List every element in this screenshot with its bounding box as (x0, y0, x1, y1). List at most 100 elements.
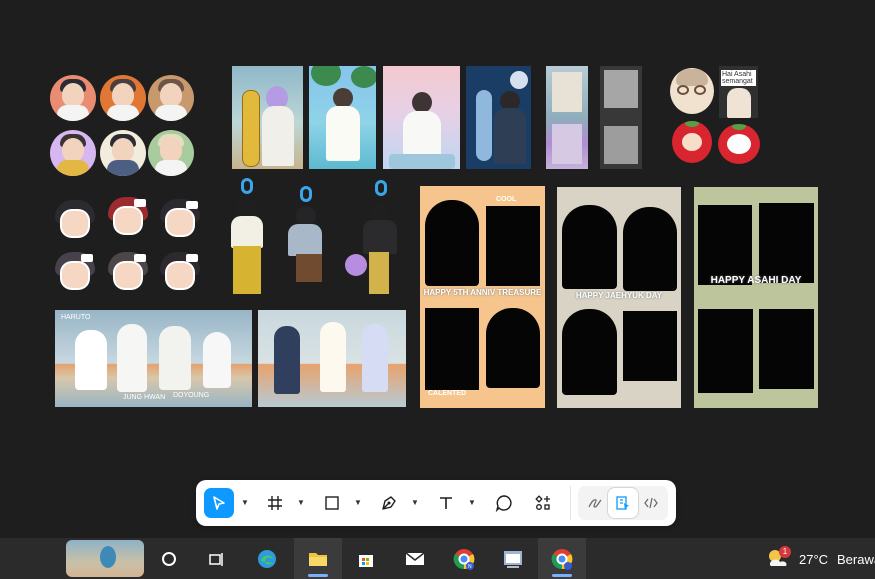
text-tool-menu-chevron-icon[interactable]: ▼ (468, 498, 476, 507)
comment-tool-button[interactable] (489, 488, 519, 518)
mail-taskbar-button[interactable] (391, 538, 439, 579)
move-tool-menu-chevron-icon[interactable]: ▼ (241, 498, 249, 507)
figure-shape (494, 108, 526, 164)
glasses-icon (677, 85, 689, 95)
bottom-toolbar: ▼ ▼ ▼ ▼ ▼ (196, 480, 676, 526)
frame-tool-menu-chevron-icon[interactable]: ▼ (297, 498, 305, 507)
glasses-icon (694, 85, 706, 95)
photo-app-icon (504, 550, 522, 568)
figure-shape (274, 326, 300, 394)
photo-frame-asahi[interactable]: HAPPY ASAHI DAY (694, 187, 818, 408)
chrome-taskbar-button[interactable]: N (440, 538, 488, 579)
tomato-sticker-left[interactable] (672, 121, 712, 163)
file-explorer-icon (309, 552, 327, 566)
photo-slot (562, 205, 617, 289)
photo-card-pastel[interactable] (383, 66, 460, 169)
figure-shape (727, 88, 751, 118)
draw-mode-button[interactable] (580, 488, 610, 518)
task-view-button[interactable] (193, 538, 241, 579)
photo-slot (486, 206, 540, 286)
group-banner-left[interactable]: HARUTO JUNG HWAN DOYOUNG (55, 310, 252, 407)
avatar-sticker[interactable] (100, 130, 146, 176)
keychain-figure[interactable] (227, 178, 267, 298)
group-banner-right[interactable] (258, 310, 406, 407)
temperature-label[interactable]: 27°C (799, 552, 828, 567)
palm-leaves-shape (351, 66, 376, 88)
hair-shape (296, 206, 316, 226)
head-sticker[interactable] (108, 197, 148, 237)
weather-description[interactable]: Berawan (837, 552, 875, 567)
photo-card-night[interactable] (466, 66, 531, 169)
photo-card-beach[interactable] (309, 66, 376, 169)
chrome-active-taskbar-button[interactable] (538, 538, 586, 579)
avatar-sticker[interactable] (148, 75, 194, 121)
cursor-icon (213, 496, 225, 510)
head-sticker[interactable] (108, 252, 148, 292)
shirt-shape (57, 105, 89, 121)
pen-tool-button[interactable] (374, 488, 404, 518)
tomato-sticker-right[interactable] (718, 124, 760, 164)
frame-badge: CALENTED (428, 390, 467, 397)
head-sticker[interactable] (55, 252, 95, 292)
hair-shape (369, 202, 389, 222)
bag-shape (345, 254, 367, 276)
photo-slot (486, 308, 540, 388)
weather-widget-icon[interactable]: 1 (765, 546, 791, 570)
hair-shape (235, 198, 257, 218)
avatar-sticker[interactable] (100, 75, 146, 121)
face-shape (160, 83, 182, 107)
hair-shape (412, 92, 432, 113)
hair-shape (676, 69, 708, 86)
search-highlight-image[interactable] (66, 540, 144, 577)
photo-app-taskbar-button[interactable] (489, 538, 537, 579)
pen-tool-menu-chevron-icon[interactable]: ▼ (411, 498, 419, 507)
photo-card-surfboard[interactable] (232, 66, 303, 169)
avatar-sticker[interactable] (50, 130, 96, 176)
keychain-figure[interactable] (282, 186, 332, 298)
text-icon (440, 497, 452, 509)
face-shape (727, 134, 751, 154)
keychain-figure[interactable] (345, 180, 401, 298)
frame-title: HAPPY JAEHYUK DAY (575, 291, 663, 300)
clip-icon (375, 180, 387, 196)
shirt-shape (57, 160, 89, 176)
plant-icon (100, 546, 116, 568)
photo-slot (759, 309, 814, 389)
head-sticker[interactable] (160, 252, 200, 292)
tag-shape (134, 199, 146, 207)
figure-shape (117, 324, 147, 392)
frame-tool-button[interactable] (260, 488, 290, 518)
frame-badge: COOL (496, 196, 517, 203)
file-explorer-taskbar-button[interactable] (294, 538, 342, 579)
surfboard-shape (476, 90, 492, 161)
head-sticker[interactable] (160, 199, 200, 239)
photo-frame-jaehyuk[interactable]: HAPPY JAEHYUK DAY (557, 187, 681, 408)
store-icon (359, 554, 373, 567)
dev-mode-button[interactable] (636, 488, 666, 518)
edge-taskbar-button[interactable] (243, 538, 291, 579)
photo-strip-right[interactable] (600, 66, 642, 169)
avatar-sticker[interactable] (50, 75, 96, 121)
design-canvas[interactable]: Hai Asahi semangat ya HARUTO JUNG HWAN D… (0, 0, 875, 538)
head-sticker[interactable] (55, 200, 95, 240)
face-shape (165, 208, 195, 237)
pen-icon (382, 496, 396, 510)
note-card-sticker[interactable]: Hai Asahi semangat ya (719, 66, 758, 118)
photo-strip-left[interactable] (546, 66, 588, 169)
store-taskbar-button[interactable] (342, 538, 390, 579)
design-mode-button[interactable] (608, 488, 638, 518)
windows-taskbar: N 1 (0, 538, 875, 579)
glasses-boy-sticker[interactable] (670, 68, 714, 114)
widgets-tool-button[interactable] (528, 488, 558, 518)
leaf-shape (685, 121, 699, 127)
text-tool-button[interactable] (431, 488, 461, 518)
avatar-sticker[interactable] (148, 130, 194, 176)
move-tool-button[interactable] (204, 488, 234, 518)
face-shape (165, 261, 195, 290)
photo-frame-treasure[interactable]: HAPPY 5TH ANNIV TREASURE COOL CALENTED (420, 186, 545, 408)
shape-tool-button[interactable] (317, 488, 347, 518)
shape-tool-menu-chevron-icon[interactable]: ▼ (354, 498, 362, 507)
cortana-button[interactable] (145, 538, 193, 579)
strip-photo-shape (552, 124, 582, 164)
figure-shape (159, 326, 191, 390)
